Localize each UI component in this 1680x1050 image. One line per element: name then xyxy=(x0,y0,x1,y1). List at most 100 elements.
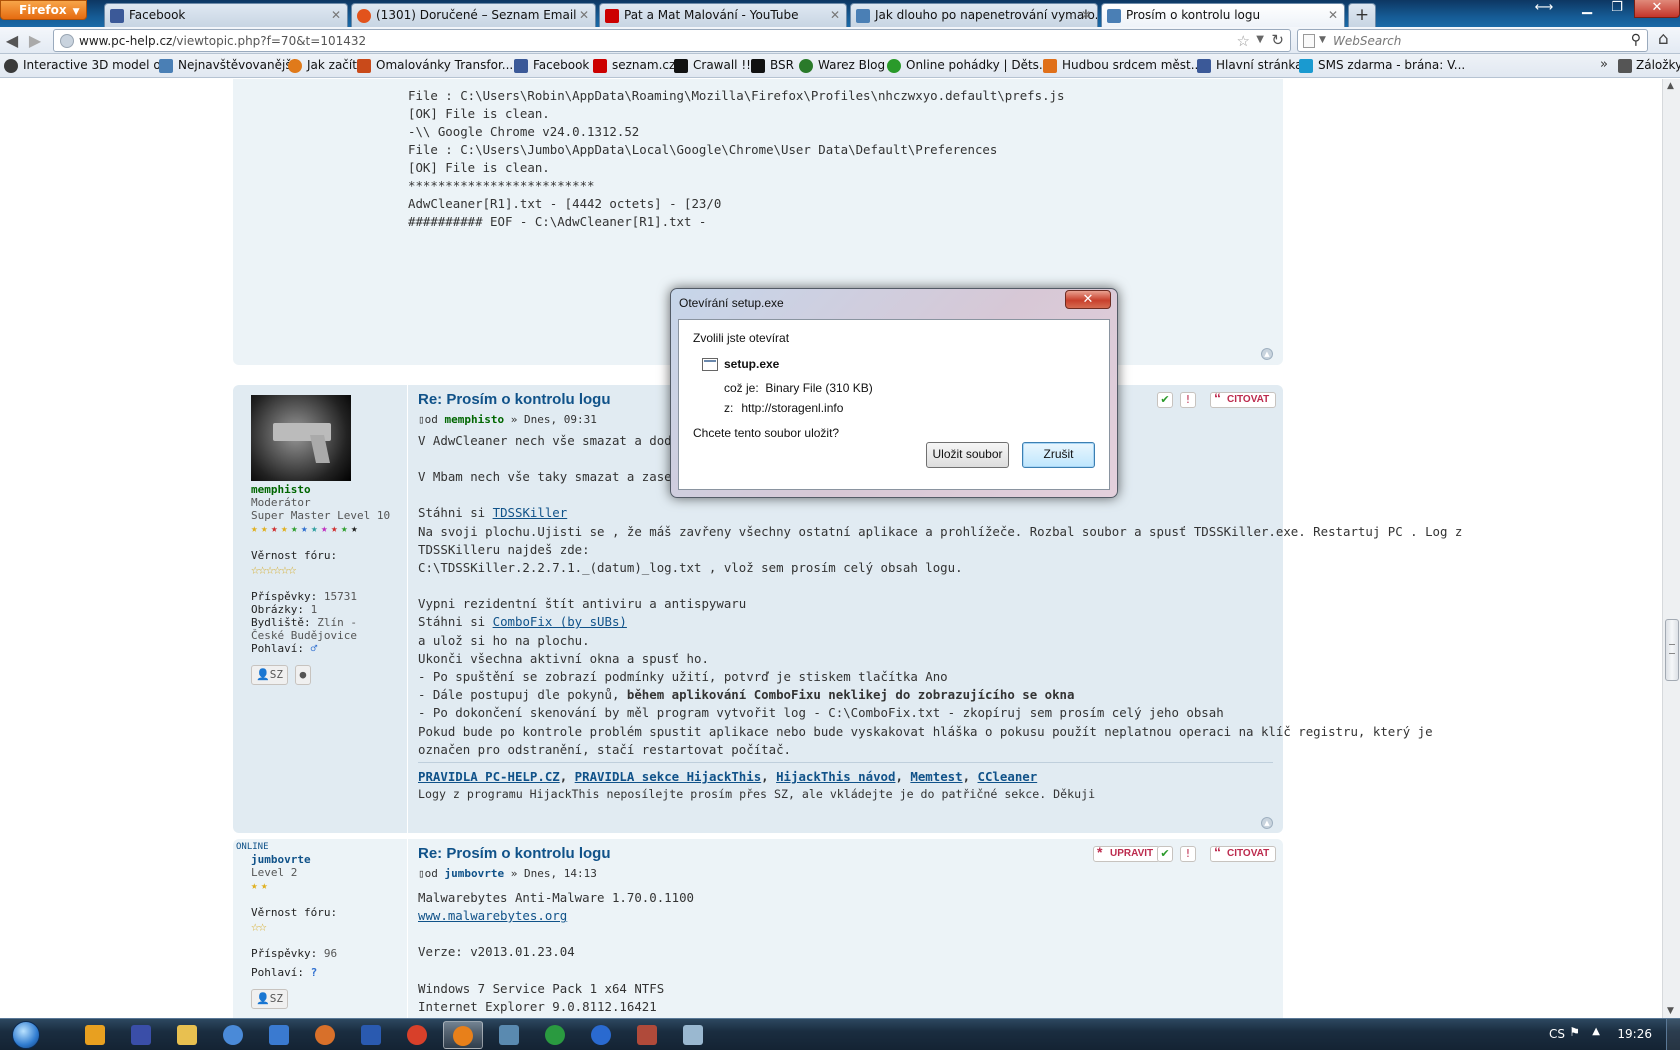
bookmark-item[interactable]: Crawall !!! xyxy=(674,58,756,73)
bookmark-item[interactable]: Hlavní stránka xyxy=(1197,58,1303,73)
username[interactable]: jumbovrte xyxy=(251,853,401,866)
quote-button[interactable]: “CITOVAT xyxy=(1210,390,1277,408)
taskbar-network-app[interactable] xyxy=(259,1021,299,1049)
bookmark-item[interactable]: Interactive 3D model o... xyxy=(4,58,172,73)
signature-link[interactable]: PRAVIDLA PC-HELP.CZ xyxy=(418,769,560,784)
back-icon[interactable]: ◀ xyxy=(2,31,22,51)
bookmark-item[interactable]: BSR xyxy=(751,58,794,73)
taskbar-firefox[interactable] xyxy=(443,1021,483,1049)
show-desktop-button[interactable] xyxy=(1666,1019,1680,1050)
signature-link[interactable]: HijackThis návod xyxy=(776,769,895,784)
window-close-icon[interactable]: ✕ xyxy=(1634,0,1680,18)
malwarebytes-link[interactable]: www.malwarebytes.org xyxy=(418,908,567,923)
avatar[interactable] xyxy=(251,395,351,481)
bookmark-item[interactable]: Hudbou srdcem měst... xyxy=(1043,58,1202,73)
post-author[interactable]: memphisto xyxy=(445,413,505,426)
bookmark-item[interactable]: Online pohádky | Děts... xyxy=(887,58,1050,73)
language-indicator[interactable]: CS xyxy=(1549,1027,1565,1041)
search-icon[interactable]: ⚲ xyxy=(1631,32,1641,48)
loyalty-stars-icon: ☆☆ xyxy=(251,919,267,935)
images-count[interactable]: 1 xyxy=(311,603,318,616)
scroll-up-icon[interactable]: ▲ xyxy=(1667,81,1674,91)
back-to-top-icon[interactable]: ▲ xyxy=(1261,817,1273,829)
edit-button[interactable]: * UPRAVIT xyxy=(1093,844,1161,862)
history-dropdown-icon[interactable]: ▼ xyxy=(1256,34,1264,45)
posts-count[interactable]: 96 xyxy=(324,947,337,960)
signature-link[interactable]: CCleaner xyxy=(978,769,1038,784)
checkmark-icon[interactable]: ✔ xyxy=(1157,846,1173,862)
url-bar[interactable]: www.pc-help.cz/viewtopic.php?f=70&t=1014… xyxy=(53,29,1291,52)
taskbar-word[interactable] xyxy=(351,1021,391,1049)
taskbar-ship-app[interactable] xyxy=(489,1021,529,1049)
tray-expand-icon[interactable]: ▲ xyxy=(1592,1026,1600,1037)
chevron-down-icon[interactable]: ▼ xyxy=(1319,35,1326,45)
bookmark-item[interactable]: SMS zdarma - brána: V... xyxy=(1299,58,1465,73)
report-icon[interactable]: ! xyxy=(1180,392,1196,408)
bookmark-star-icon[interactable]: ☆ xyxy=(1237,32,1250,50)
search-engine-icon[interactable] xyxy=(1303,34,1315,48)
tab-facebook[interactable]: Facebook ✕ xyxy=(104,3,348,27)
checkmark-icon[interactable]: ✔ xyxy=(1157,392,1173,408)
minimize-icon[interactable]: ▁ xyxy=(1572,0,1602,18)
close-icon[interactable]: ✕ xyxy=(830,8,840,22)
taskbar-gear-app[interactable] xyxy=(305,1021,345,1049)
save-file-button[interactable]: Uložit soubor xyxy=(926,442,1009,468)
combofix-link[interactable]: ComboFix (by sUBs) xyxy=(493,614,627,629)
tab-penetrace[interactable]: Jak dlouho po napenetrování vymalo... ✕ xyxy=(850,3,1098,27)
new-tab-button[interactable]: + xyxy=(1348,3,1376,27)
taskbar-game-app[interactable] xyxy=(627,1021,667,1049)
bookmark-item[interactable]: seznam.cz xyxy=(593,58,675,73)
post-title[interactable]: Re: Prosím o kontrolu logu xyxy=(418,391,611,408)
restore-icon[interactable]: ❐ xyxy=(1602,0,1632,18)
close-icon[interactable]: ✕ xyxy=(1081,8,1091,22)
private-message-button[interactable]: 👤SZ xyxy=(251,665,288,685)
signature-link[interactable]: PRAVIDLA sekce HijackThis xyxy=(575,769,762,784)
reload-icon[interactable]: ↻ xyxy=(1271,31,1284,49)
close-icon[interactable]: ✕ xyxy=(1328,8,1338,22)
tab-youtube[interactable]: Pat a Mat Malování - YouTube ✕ xyxy=(599,3,847,27)
website-button[interactable]: ● xyxy=(294,665,312,685)
tab-prosim-o-kontrolu[interactable]: Prosím o kontrolu logu ✕ xyxy=(1101,3,1345,28)
flag-icon[interactable]: ⚑ xyxy=(1569,1025,1580,1039)
back-to-top-icon[interactable]: ▲ xyxy=(1261,348,1273,360)
signature-link[interactable]: Memtest xyxy=(910,769,962,784)
taskbar-utorrent[interactable] xyxy=(535,1021,575,1049)
taskbar-window-app[interactable] xyxy=(673,1021,713,1049)
scroll-down-icon[interactable]: ▼ xyxy=(1667,1006,1674,1016)
bookmarks-overflow-icon[interactable]: » xyxy=(1600,57,1608,72)
posts-count[interactable]: 15731 xyxy=(324,590,357,603)
bookmark-item[interactable]: Warez Blog xyxy=(799,58,885,73)
taskbar-media-player[interactable] xyxy=(75,1021,115,1049)
dialog-close-button[interactable]: ✕ xyxy=(1065,290,1111,309)
post-author[interactable]: jumbovrte xyxy=(445,867,505,880)
taskbar-explorer[interactable] xyxy=(167,1021,207,1049)
clock[interactable]: 19:26 xyxy=(1617,1027,1652,1041)
bookmark-item[interactable]: Jak začít xyxy=(288,58,357,73)
start-button[interactable] xyxy=(8,1019,46,1050)
scrollbar-thumb[interactable] xyxy=(1665,619,1679,681)
bookmark-item[interactable]: Nejnavštěvovanější xyxy=(159,58,295,73)
bookmark-item[interactable]: Omalovánky Transfor... xyxy=(357,58,513,73)
taskbar-bolt-app[interactable] xyxy=(581,1021,621,1049)
tdsskiller-link[interactable]: TDSSKiller xyxy=(493,505,568,520)
private-message-button[interactable]: 👤SZ xyxy=(251,989,288,1009)
close-icon[interactable]: ✕ xyxy=(579,8,589,22)
taskbar-search-app[interactable] xyxy=(213,1021,253,1049)
post-title[interactable]: Re: Prosím o kontrolu logu xyxy=(418,845,611,862)
taskbar-chrome[interactable] xyxy=(397,1021,437,1049)
firefox-menu-button[interactable]: Firefox ▼ xyxy=(0,0,87,20)
tab-list-icon[interactable]: ⟷ xyxy=(1528,0,1560,18)
close-icon[interactable]: ✕ xyxy=(331,8,341,22)
cancel-button[interactable]: Zrušit xyxy=(1022,442,1095,468)
tab-seznam-email[interactable]: (1301) Doručené – Seznam Email ✕ xyxy=(351,3,596,27)
search-bar[interactable]: ▼ WebSearch ⚲ xyxy=(1297,29,1648,52)
taskbar-floppy-app[interactable] xyxy=(121,1021,161,1049)
home-icon[interactable]: ⌂ xyxy=(1658,29,1669,49)
username[interactable]: memphisto xyxy=(251,483,401,496)
quote-button[interactable]: “CITOVAT xyxy=(1210,844,1277,862)
bookmark-item[interactable]: Facebook xyxy=(514,58,589,73)
report-icon[interactable]: ! xyxy=(1180,846,1196,862)
vertical-scrollbar[interactable]: ▲ ▼ xyxy=(1662,79,1680,1018)
bookmarks-menu-button[interactable]: Záložky xyxy=(1618,58,1680,73)
forward-icon[interactable]: ▶ xyxy=(25,31,45,51)
